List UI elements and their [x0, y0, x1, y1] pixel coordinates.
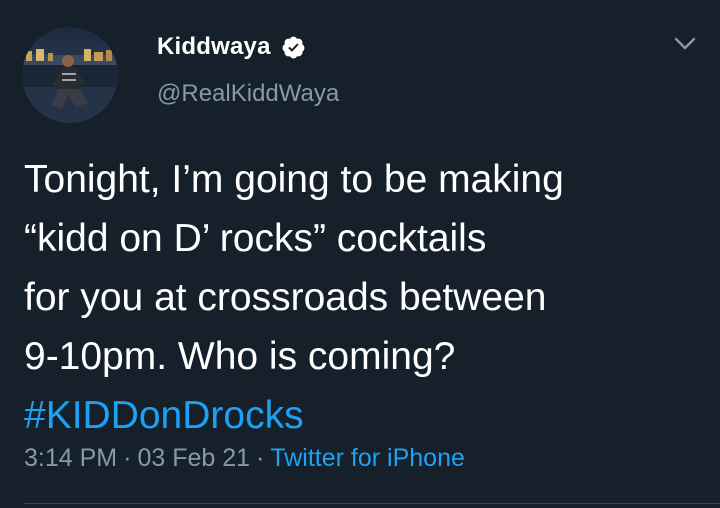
user-handle[interactable]: @RealKiddWaya	[157, 80, 339, 108]
meta-separator: ·	[256, 444, 265, 472]
verified-badge-icon	[281, 35, 306, 60]
divider	[24, 503, 720, 504]
user-name-row[interactable]: Kiddwaya	[157, 30, 306, 64]
tweet-text-line: “kidd on D’ rocks” cocktails	[24, 217, 487, 260]
tweet-metadata: 3:14 PM · 03 Feb 21 · Twitter for iPhone	[24, 444, 465, 473]
tweet-time[interactable]: 3:14 PM	[24, 444, 117, 472]
display-name[interactable]: Kiddwaya	[157, 33, 271, 61]
chevron-down-icon[interactable]	[672, 34, 698, 54]
tweet-card: Kiddwaya @RealKiddWaya Tonight, I’m goin…	[0, 0, 720, 508]
tweet-text: Tonight, I’m going to be making “kidd on…	[24, 150, 704, 445]
tweet-text-line: Tonight, I’m going to be making	[24, 158, 564, 201]
avatar-image	[22, 27, 118, 123]
tweet-date[interactable]: 03 Feb 21	[137, 444, 250, 472]
avatar[interactable]	[22, 27, 118, 123]
tweet-source-link[interactable]: Twitter for iPhone	[270, 444, 465, 472]
tweet-text-line: for you at crossroads between	[24, 276, 547, 319]
meta-separator: ·	[123, 444, 132, 472]
tweet-text-line: 9-10pm. Who is coming?	[24, 335, 456, 378]
hashtag-link[interactable]: #KIDDonDrocks	[24, 386, 704, 445]
